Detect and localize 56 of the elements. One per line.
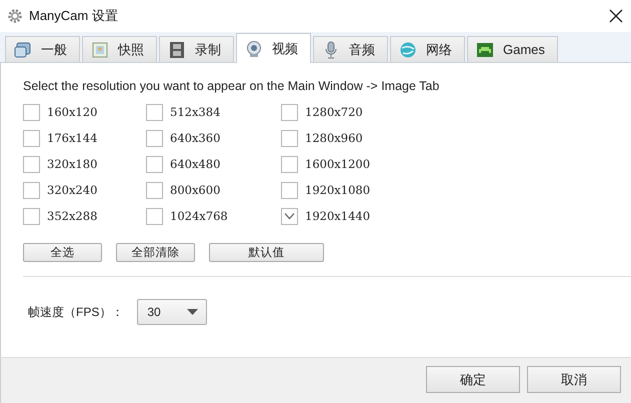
checkbox[interactable] (146, 156, 163, 172)
resolution-label: 1024x768 (170, 209, 228, 223)
checkbox[interactable] (23, 130, 40, 146)
tab[interactable]: 音频 (313, 36, 388, 62)
fps-dropdown[interactable]: 30 (137, 299, 208, 325)
checkbox[interactable] (281, 156, 298, 172)
clear-all-button[interactable]: 全部清除 (116, 243, 195, 262)
tab[interactable]: 录制 (159, 36, 234, 62)
checkbox[interactable] (281, 208, 298, 224)
checkbox[interactable] (281, 104, 298, 120)
instruction-text: Select the resolution you want to appear on the Main Window -> Image Tab (23, 79, 440, 93)
resolution-label: 1600x1200 (305, 157, 370, 171)
resolution-label: 1280x960 (305, 131, 363, 145)
checkbox[interactable] (23, 104, 40, 120)
resolution-label: 1920x1080 (305, 183, 370, 197)
resolution-label: 512x384 (170, 105, 220, 119)
globe-icon (399, 40, 417, 58)
gear-icon (7, 8, 23, 24)
resolution-label: 320x240 (47, 183, 98, 197)
tab[interactable]: 快照 (82, 36, 157, 62)
resolution-label: 640x480 (170, 157, 220, 171)
resolution-label: 1920x1440 (305, 209, 370, 223)
checkbox[interactable] (146, 104, 163, 120)
dropdown-arrow-icon (187, 309, 198, 315)
monitor-icon (14, 40, 32, 58)
resolution-label: 640x360 (170, 131, 220, 145)
film-icon (168, 40, 186, 58)
checkbox[interactable] (281, 130, 298, 146)
game-icon (476, 40, 494, 58)
resolution-label: 800x600 (170, 183, 220, 197)
checkbox[interactable] (281, 182, 298, 198)
checkbox[interactable] (23, 156, 40, 172)
resolution-label: 320x180 (47, 157, 98, 171)
tab[interactable]: 视频 (236, 33, 311, 63)
checkbox[interactable] (146, 130, 163, 146)
default-button[interactable]: 默认值 (209, 243, 324, 262)
window-title: ManyCam 设置 (29, 7, 119, 25)
photo-icon (91, 40, 109, 58)
cancel-button[interactable]: 取消 (527, 366, 621, 393)
resolution-label: 176x144 (47, 131, 98, 145)
resolution-label: 352x288 (47, 209, 98, 223)
resolution-label: 1280x720 (305, 105, 363, 119)
webcam-icon (245, 40, 263, 58)
checkbox[interactable] (146, 182, 163, 198)
close-icon[interactable] (609, 9, 623, 23)
resolution-label: 160x120 (47, 105, 98, 119)
select-all-button[interactable]: 全选 (23, 243, 102, 262)
fps-label: 帧速度（FPS）： (28, 304, 124, 320)
checkbox[interactable] (23, 208, 40, 224)
checkbox[interactable] (23, 182, 40, 198)
tab[interactable]: Games (467, 36, 558, 62)
checkmark-icon (284, 212, 295, 220)
checkbox[interactable] (146, 208, 163, 224)
tab[interactable]: 一般 (5, 36, 80, 62)
ok-button[interactable]: 确定 (426, 366, 520, 393)
tab[interactable]: 网络 (390, 36, 465, 62)
